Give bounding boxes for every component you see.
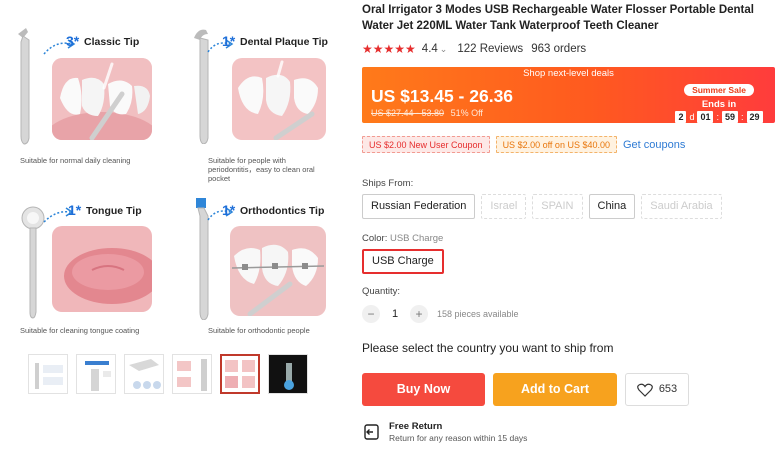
thumbnail-3[interactable] [124,354,164,394]
summer-sale-badge: Summer Sale [684,84,754,96]
timer-hours: 01 [697,111,714,123]
discount-percent: 51% Off [450,108,483,118]
tile-orthodontics-tip: 1* Orthodontics Tip Suitable for orthodo… [186,190,346,350]
wishlist-button[interactable]: 653 [625,373,689,406]
free-return-title: Free Return [389,421,443,432]
ships-from-label: Ships From: [362,178,414,189]
tip-caption: Suitable for orthodontic people [208,326,310,335]
timer-days-unit: d [689,112,695,122]
countdown-timer: 2 d 01 : 59 : 29 [669,111,769,123]
tongue-photo [52,226,152,312]
color-label: Color: [362,233,388,244]
classic-tip-device-icon [18,28,30,145]
color-selected-value: USB Charge [389,233,444,244]
orders-count: 963 orders [531,43,587,55]
quantity-plus-button[interactable]: + [410,305,428,323]
color-option-usb-charge[interactable]: USB Charge [362,249,444,274]
tip-title: Orthodontics Tip [240,205,325,217]
return-icon [364,424,379,440]
braces-photo [230,226,326,316]
tip-count: 1* [68,202,82,218]
timer-separator: : [741,112,744,122]
current-price: US $13.45 - 26.36 [371,86,514,106]
add-to-cart-button[interactable]: Add to Cart [493,373,617,406]
thumbnail-6[interactable] [268,354,308,394]
product-info-panel: Oral Irrigator 3 Modes USB Rechargeable … [362,0,780,453]
promo-banner[interactable]: Shop next-level deals [362,67,775,80]
thumbnail-5[interactable] [220,354,260,394]
tip-count: 1* [222,202,236,218]
coupon-row: US $2.00 New User Coupon US $2.00 off on… [362,136,685,153]
promo-price-box: Shop next-level deals US $13.45 - 26.36 … [362,67,775,123]
tip-caption: Suitable for people with periodontitis，e… [208,156,315,183]
thumbnail-4[interactable] [172,354,212,394]
wishlist-count: 653 [658,383,678,395]
tip-count: 3* [66,33,80,49]
quantity-label: Quantity: [362,286,401,297]
ships-from-options: Russian Federation Israel SPAIN China Sa… [362,194,722,219]
tip-caption: Suitable for normal daily cleaning [20,156,131,165]
quantity-minus-button[interactable]: − [362,305,380,323]
tip-title: Tongue Tip [86,205,142,217]
tile-dental-plaque-tip: 1* Dental Plaque Tip Suitable for people… [186,8,346,183]
color-options: USB Charge [362,249,444,274]
tip-caption: Suitable for cleaning tongue coating [20,326,140,335]
rating-value[interactable]: 4.4 [422,43,438,55]
image-gallery: 3* Classic Tip Suitable for normal daily… [0,0,340,453]
thumbnail-2[interactable] [76,354,116,394]
ship-country-notice: Please select the country you want to sh… [362,341,614,355]
rating-row: ★★★★★ 4.4 ⌄ 122 Reviews 963 orders [362,42,586,56]
original-price: US $27.44 - 53.80 [371,108,445,118]
ship-option-spain[interactable]: SPAIN [532,194,583,219]
original-price-row: US $27.44 - 53.80 51% Off [371,108,483,118]
timer-separator: : [716,112,719,122]
get-coupons-link[interactable]: Get coupons [623,139,685,151]
quantity-stepper: − 1 + 158 pieces available [362,305,519,323]
ship-option-russian-federation[interactable]: Russian Federation [362,194,476,219]
ship-option-china[interactable]: China [588,194,636,219]
tile-classic-tip: 3* Classic Tip Suitable for normal daily… [8,8,168,168]
ship-option-saudi-arabia[interactable]: Saudi Arabia [641,194,722,219]
chevron-down-icon[interactable]: ⌄ [440,44,448,55]
action-buttons: Buy Now Add to Cart 653 [362,373,689,406]
new-user-coupon[interactable]: US $2.00 New User Coupon [362,136,490,153]
tip-title: Dental Plaque Tip [240,36,328,48]
ship-option-israel[interactable]: Israel [481,194,527,219]
store-coupon[interactable]: US $2.00 off on US $40.00 [495,136,617,153]
quantity-input[interactable]: 1 [384,308,406,320]
ends-in-label: Ends in [701,99,737,110]
tip-title: Classic Tip [84,36,140,48]
rating-stars-icon: ★★★★★ [362,42,416,56]
main-product-image[interactable]: 3* Classic Tip Suitable for normal daily… [8,8,333,338]
buy-now-button[interactable]: Buy Now [362,373,485,406]
tile-tongue-tip: 1* Tongue Tip Suitable for cleaning tong… [8,190,168,350]
color-label-row: Color: USB Charge [362,233,443,244]
timer-minutes: 59 [722,111,739,123]
timer-days: 2 [675,111,687,123]
teeth-photo [232,58,326,140]
timer-seconds: 29 [746,111,763,123]
thumbnail-1[interactable] [28,354,68,394]
free-return-desc: Return for any reason within 15 days [389,433,528,443]
reviews-link[interactable]: 122 Reviews [457,43,523,55]
stock-available: 158 pieces available [437,309,519,319]
product-title: Oral Irrigator 3 Modes USB Rechargeable … [362,4,754,32]
heart-icon [636,383,653,397]
tip-count: 1* [222,33,236,49]
teeth-photo [52,58,152,140]
sale-countdown: Summer Sale Ends in 2 d 01 : 59 : 29 [669,80,769,123]
